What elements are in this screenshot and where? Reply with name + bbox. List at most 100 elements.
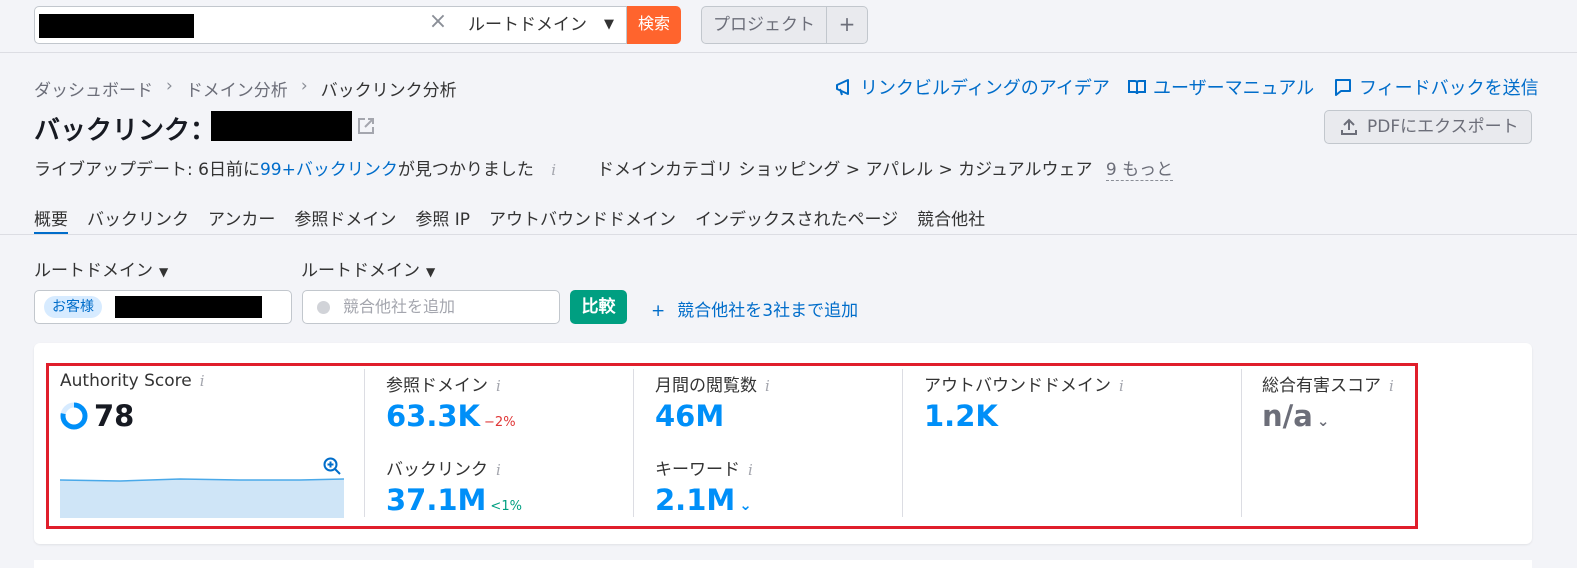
backlinks-value-wrap[interactable]: 37.1M <1% [386, 483, 522, 517]
chevron-down-icon: ⌄ [739, 496, 752, 514]
authority-score-value: 78 [94, 399, 135, 433]
divider [364, 369, 365, 517]
add-competitors-label: 競合他社を3社まで追加 [677, 301, 859, 321]
projects-button[interactable]: プロジェクト [701, 6, 827, 44]
divider [633, 369, 634, 517]
authority-score-title: Authority Score [60, 371, 192, 391]
megaphone-icon [836, 79, 849, 96]
chevron-down-icon: ▼ [159, 265, 169, 279]
info-icon[interactable]: i [1119, 377, 1124, 395]
domain-category-text: ドメインカテゴリ ショッピング > アパレル > カジュアルウェア [597, 160, 1093, 180]
ref-domains-value: 63.3K [386, 399, 481, 433]
category-more-link[interactable]: 9 もっと [1105, 160, 1174, 181]
redacted-domain [211, 111, 352, 141]
tab-overview[interactable]: 概要 [34, 205, 68, 235]
page-title: バックリンク： [34, 116, 217, 146]
live-update-prefix: ライブアップデート: 6日前に [34, 160, 260, 180]
info-icon[interactable]: i [765, 377, 770, 395]
chevron-down-icon: ▼ [604, 17, 614, 32]
compare-button[interactable]: 比較 [570, 290, 627, 324]
breadcrumb: ダッシュボード › ドメイン分析 › バックリンク分析 [34, 76, 457, 101]
user-manual-label: ユーザーマニュアル [1153, 78, 1315, 99]
live-update: ライブアップデート: 6日前に99+バックリンクが見つかりました i [34, 155, 556, 180]
close-icon[interactable]: × [428, 11, 448, 33]
domain-category: ドメインカテゴリ ショッピング > アパレル > カジュアルウェア 9 もっと [597, 155, 1174, 181]
feedback-link[interactable]: フィードバックを送信 [1333, 74, 1539, 100]
add-competitors-link[interactable]: + 競合他社を3社まで追加 [651, 296, 858, 321]
backlinks-label: バックリンク i [386, 455, 501, 480]
top-search-bar: × ルートドメイン ▼ 検索 プロジェクト + [0, 0, 1577, 53]
competitor-input[interactable]: 競合他社を追加 [302, 290, 560, 324]
external-link-icon[interactable] [356, 116, 376, 136]
domain-search-input[interactable] [34, 6, 460, 44]
tab-outbound-domains[interactable]: アウトバウンドドメイン [489, 205, 676, 235]
keywords-title: キーワード [655, 460, 740, 480]
feedback-label: フィードバックを送信 [1359, 78, 1539, 99]
tab-indexed-pages[interactable]: インデックスされたページ [695, 205, 898, 235]
backlinks-delta: <1% [490, 499, 522, 514]
scope-select-label: ルートドメイン [468, 15, 587, 35]
breadcrumb-backlink-analysis: バックリンク分析 [320, 81, 457, 101]
authority-score-label: Authority Score i [60, 371, 205, 391]
divider [902, 369, 903, 517]
monthly-visits-title: 月間の閲覧数 [655, 376, 757, 396]
ref-domains-value-wrap[interactable]: 63.3K −2% [386, 399, 516, 433]
your-domain-field[interactable]: お客様 [34, 290, 292, 324]
chevron-down-icon: ⌄ [1316, 412, 1330, 430]
toxic-score-label: 総合有害スコア i [1262, 371, 1394, 396]
keywords-value-wrap[interactable]: 2.1M ⌄ [655, 483, 752, 517]
tab-competitors[interactable]: 競合他社 [917, 205, 985, 235]
competitor-dot-icon [317, 301, 330, 314]
authority-score-trend-chart [60, 478, 344, 518]
info-icon[interactable]: i [496, 461, 501, 479]
info-icon[interactable]: i [551, 161, 556, 179]
tab-referring-domains[interactable]: 参照ドメイン [294, 205, 396, 235]
tab-anchors[interactable]: アンカー [208, 205, 275, 235]
scope-dropdown-left[interactable]: ルートドメイン ▼ [34, 256, 168, 281]
chevron-right-icon: › [166, 76, 173, 96]
export-pdf-button[interactable]: PDFにエクスポート [1324, 110, 1532, 144]
comment-icon [1335, 79, 1351, 96]
plus-icon: + [651, 301, 666, 321]
you-tag: お客様 [44, 296, 102, 318]
toxic-score-value: n/a [1262, 399, 1313, 433]
link-ideas-label: リンクビルディングのアイデア [860, 78, 1110, 99]
outbound-domains-value[interactable]: 1.2K [924, 399, 998, 433]
new-backlinks-link[interactable]: 99+バックリンク [260, 160, 398, 180]
tab-backlinks[interactable]: バックリンク [87, 205, 189, 235]
toxic-score-title: 総合有害スコア [1262, 376, 1381, 396]
add-project-button[interactable]: + [826, 6, 868, 44]
monthly-visits-label: 月間の閲覧数 i [655, 371, 770, 396]
authority-score-ring [60, 402, 88, 430]
divider [1241, 369, 1242, 517]
search-button[interactable]: 検索 [627, 6, 681, 44]
outbound-domains-label: アウトバウンドドメイン i [924, 371, 1124, 396]
book-icon [1128, 80, 1146, 95]
info-icon[interactable]: i [496, 377, 501, 395]
redacted-domain [39, 14, 194, 38]
breadcrumb-dashboard[interactable]: ダッシュボード [34, 76, 153, 101]
competitor-placeholder: 競合他社を追加 [343, 297, 456, 316]
next-card-edge [34, 560, 1532, 568]
user-manual-link[interactable]: ユーザーマニュアル [1127, 74, 1314, 100]
info-icon[interactable]: i [200, 372, 205, 390]
backlinks-title: バックリンク [386, 460, 488, 480]
scope-dropdown-left-label: ルートドメイン [34, 261, 153, 281]
monthly-visits-value[interactable]: 46M [655, 399, 724, 433]
ref-domains-title: 参照ドメイン [386, 376, 488, 396]
backlinks-value: 37.1M [386, 483, 487, 517]
link-ideas-link[interactable]: リンクビルディングのアイデア [834, 74, 1110, 100]
scope-dropdown-right[interactable]: ルートドメイン ▼ [301, 256, 435, 281]
info-icon[interactable]: i [1389, 377, 1394, 395]
keywords-label: キーワード i [655, 455, 753, 480]
ref-domains-delta: −2% [484, 415, 516, 430]
tab-referring-ips[interactable]: 参照 IP [415, 205, 470, 235]
info-icon[interactable]: i [748, 461, 753, 479]
breadcrumb-domain-analysis[interactable]: ドメイン分析 [186, 76, 288, 101]
export-pdf-label: PDFにエクスポート [1367, 117, 1519, 137]
redacted-domain [115, 296, 262, 318]
report-tabs: 概要 バックリンク アンカー 参照ドメイン 参照 IP アウトバウンドドメイン … [34, 205, 985, 235]
scope-select[interactable]: ルートドメイン ▼ [459, 6, 627, 44]
chevron-down-icon: ▼ [426, 265, 436, 279]
toxic-score-value-wrap[interactable]: n/a ⌄ [1262, 399, 1329, 433]
